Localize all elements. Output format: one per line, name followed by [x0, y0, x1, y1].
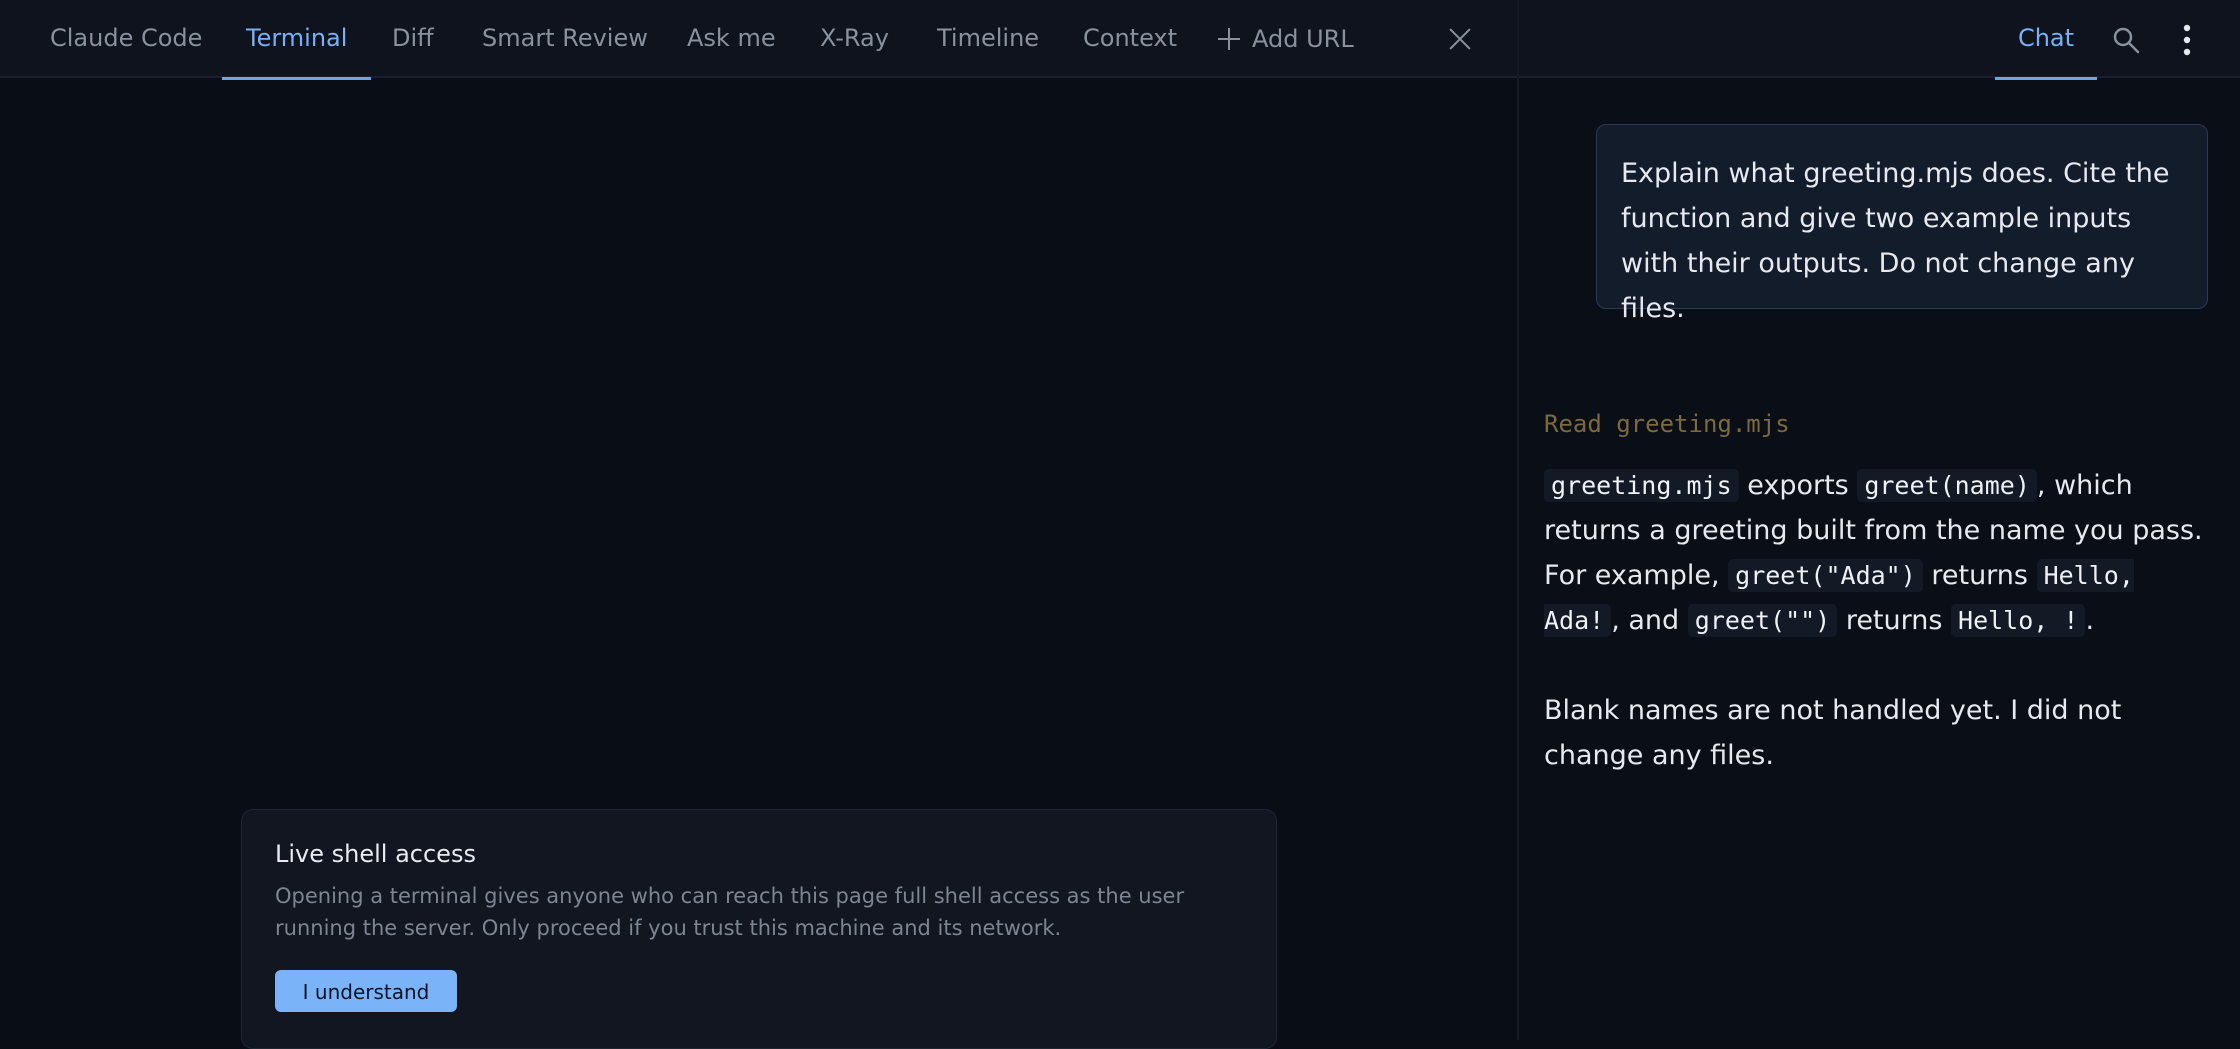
terminal-pane: Claude Code Terminal Diff Smart Review A…	[0, 0, 1517, 1049]
tab-chat[interactable]: Chat	[1995, 0, 2097, 80]
tab-diff[interactable]: Diff	[392, 0, 434, 78]
notice-title: Live shell access	[275, 840, 476, 868]
code-function: greet(name)	[1857, 469, 2037, 502]
search-icon[interactable]	[2112, 26, 2140, 54]
reply-text: , and	[1611, 605, 1688, 636]
reply-text: .	[2085, 605, 2095, 636]
reply-paragraph: greeting.mjs exports greet(name), which …	[1544, 463, 2204, 643]
add-url-label: Add URL	[1252, 25, 1354, 53]
tab-claude-code[interactable]: Claude Code	[50, 0, 202, 78]
chat-pane: Chat Explain what greeting.mjs does. Cit…	[1519, 0, 2240, 1040]
tab-ask-me[interactable]: Ask me	[687, 0, 776, 78]
reply-text: exports	[1738, 470, 1858, 501]
more-vertical-icon[interactable]	[2180, 24, 2194, 56]
reply-text: returns	[1922, 560, 2037, 591]
reply-text: returns	[1837, 605, 1952, 636]
code-example-output: Hello, !	[1951, 604, 2086, 637]
close-icon[interactable]	[1448, 27, 1472, 51]
user-message: Explain what greeting.mjs does. Cite the…	[1596, 124, 2208, 324]
shell-access-notice: Live shell access Opening a terminal giv…	[241, 809, 1277, 1049]
reply-paragraph: Blank names are not handled yet. I did n…	[1544, 695, 2122, 771]
tab-bar: Claude Code Terminal Diff Smart Review A…	[0, 0, 1517, 80]
tool-call-line: Read greeting.mjs	[1544, 410, 1790, 438]
i-understand-button[interactable]: I understand	[275, 970, 457, 1012]
add-url-button[interactable]: Add URL	[1218, 0, 1354, 78]
notice-body: Opening a terminal gives anyone who can …	[275, 884, 1185, 940]
tab-timeline[interactable]: Timeline	[937, 0, 1039, 78]
plus-icon	[1218, 28, 1240, 50]
tab-x-ray[interactable]: X-Ray	[820, 0, 889, 78]
tab-smart-review[interactable]: Smart Review	[482, 0, 648, 78]
assistant-reply: greeting.mjs exports greet(name), which …	[1544, 463, 2204, 778]
tab-context[interactable]: Context	[1083, 0, 1177, 78]
code-filename: greeting.mjs	[1544, 469, 1739, 502]
code-example-input: greet("")	[1687, 604, 1838, 637]
tab-terminal[interactable]: Terminal	[221, 0, 372, 80]
chat-header: Chat	[1519, 0, 2240, 80]
code-example-input: greet("Ada")	[1728, 559, 1923, 592]
